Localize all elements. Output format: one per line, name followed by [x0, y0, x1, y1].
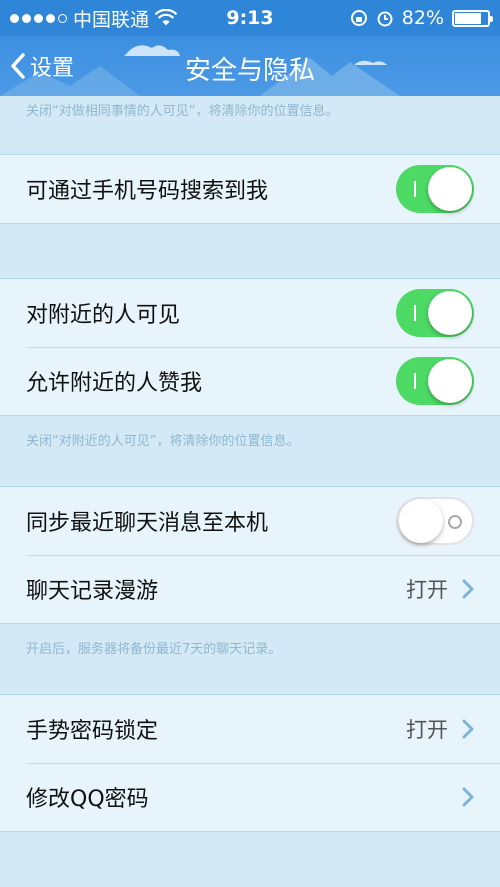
chevron-right-icon	[462, 787, 474, 807]
battery-fill	[455, 12, 482, 24]
toggle-knob	[428, 291, 472, 335]
status-bar: 中国联通 9:13 82%	[0, 0, 500, 36]
note-chat: 开启后，服务器将备份最近7天的聊天记录。	[26, 642, 282, 657]
chevron-right-icon	[462, 579, 474, 599]
row-phone-search: 可通过手机号码搜索到我	[0, 155, 500, 223]
gesture-lock-label: 手势密码锁定	[26, 719, 159, 744]
battery-icon	[452, 9, 493, 27]
section-chat: 同步最近聊天消息至本机 聊天记录漫游 打开	[0, 486, 500, 624]
row-nearby-visible: 对附近的人可见	[0, 279, 500, 347]
settings-content: 关闭“对做相同事情的人可见”，将清除你的位置信息。 可通过手机号码搜索到我 对附…	[0, 96, 500, 832]
chat-roaming-label: 聊天记录漫游	[26, 579, 159, 604]
sync-chat-toggle[interactable]	[396, 497, 474, 545]
toggle-on-mark	[414, 181, 416, 197]
status-left: 中国联通	[10, 5, 178, 32]
toggle-on-mark	[414, 373, 416, 389]
note-nearby: 关闭“对附近的人可见”，将清除你的位置信息。	[26, 434, 300, 449]
toggle-off-mark	[448, 515, 462, 529]
change-password-label: 修改QQ密码	[26, 787, 149, 812]
page-title: 安全与隐私	[184, 56, 315, 86]
row-sync-chat: 同步最近聊天消息至本机	[0, 487, 500, 555]
gesture-lock-value: 打开	[406, 718, 448, 742]
phone-search-toggle[interactable]	[396, 165, 474, 213]
toggle-knob	[399, 499, 443, 543]
nearby-like-toggle[interactable]	[396, 357, 474, 405]
row-chat-roaming[interactable]: 聊天记录漫游 打开	[0, 555, 500, 623]
note-top: 关闭“对做相同事情的人可见”，将清除你的位置信息。	[26, 104, 339, 119]
toggle-knob	[428, 359, 472, 403]
row-nearby-like: 允许附近的人赞我	[0, 347, 500, 415]
nearby-visible-toggle[interactable]	[396, 289, 474, 337]
navigation-bar: 设置 安全与隐私	[0, 36, 500, 96]
toggle-on-mark	[414, 305, 416, 321]
nearby-like-label: 允许附近的人赞我	[26, 371, 203, 396]
nearby-visible-label: 对附近的人可见	[26, 303, 181, 328]
section-nearby: 对附近的人可见 允许附近的人赞我	[0, 278, 500, 416]
alarm-icon	[377, 11, 393, 27]
chevron-right-icon	[462, 719, 474, 739]
toggle-knob	[428, 167, 472, 211]
row-gesture-lock[interactable]: 手势密码锁定 打开	[0, 695, 500, 763]
sync-chat-label: 同步最近聊天消息至本机	[26, 511, 269, 536]
row-change-password[interactable]: 修改QQ密码	[0, 763, 500, 831]
carrier-name: 中国联通	[73, 8, 150, 31]
phone-search-label: 可通过手机号码搜索到我	[26, 179, 269, 204]
status-right: 82%	[350, 7, 493, 29]
chat-roaming-value: 打开	[406, 578, 448, 602]
orientation-lock-icon	[350, 10, 367, 26]
signal-strength-icon	[10, 13, 67, 23]
section-security: 手势密码锁定 打开 修改QQ密码	[0, 694, 500, 832]
wifi-icon	[155, 9, 178, 26]
section-phone-search: 可通过手机号码搜索到我	[0, 154, 500, 224]
battery-percentage: 82%	[401, 7, 444, 29]
